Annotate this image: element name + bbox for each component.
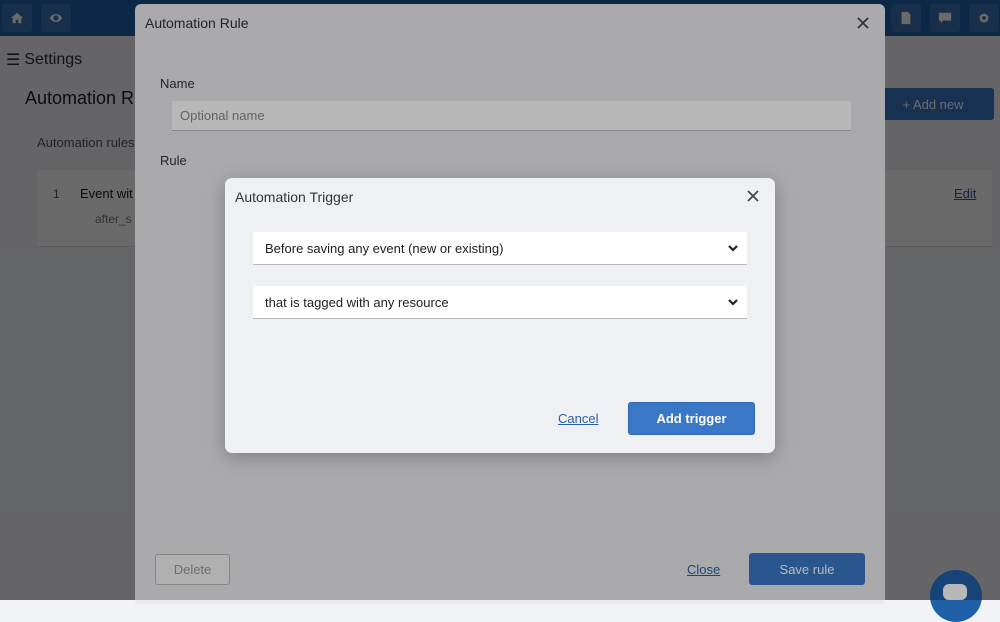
chevron-down-icon xyxy=(728,245,738,252)
event-type-select[interactable]: Before saving any event (new or existing… xyxy=(253,232,747,265)
condition-select[interactable]: that is tagged with any resource xyxy=(253,286,747,319)
automation-trigger-modal: Automation Trigger Before saving any eve… xyxy=(225,178,775,453)
chevron-down-icon xyxy=(728,299,738,306)
cancel-link[interactable]: Cancel xyxy=(558,411,598,426)
condition-value: that is tagged with any resource xyxy=(265,294,449,310)
close-trigger-modal-button[interactable] xyxy=(744,187,762,205)
add-trigger-button[interactable]: Add trigger xyxy=(628,402,755,435)
close-icon xyxy=(747,190,759,202)
event-type-value: Before saving any event (new or existing… xyxy=(265,240,504,256)
automation-trigger-title: Automation Trigger xyxy=(235,189,354,205)
